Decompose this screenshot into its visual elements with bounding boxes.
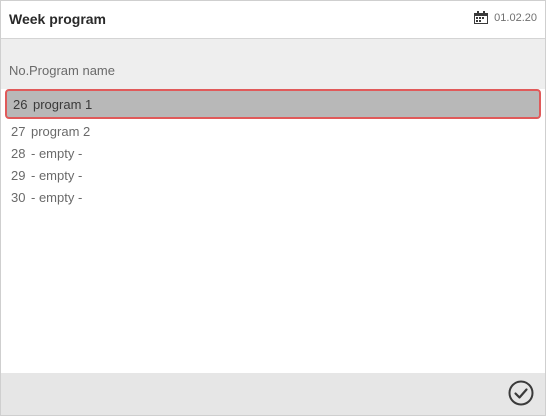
screen-title: Week program bbox=[9, 11, 106, 27]
current-date: 01.02.20 bbox=[494, 12, 537, 24]
program-row-30[interactable]: 30 - empty - bbox=[1, 187, 545, 209]
calendar-icon bbox=[474, 11, 489, 24]
program-number: 30 bbox=[11, 190, 26, 205]
column-header-program-name: Program name bbox=[29, 63, 115, 78]
table-header: No. Program name bbox=[1, 39, 545, 89]
title-bar: Week program 01.02.20 bbox=[1, 1, 545, 39]
status-area: 01.02.20 bbox=[473, 11, 537, 25]
footer-bar bbox=[1, 373, 545, 415]
program-list: 26 program 1 27 program 2 28 - empty - 2… bbox=[1, 89, 545, 209]
program-name: program 2 bbox=[31, 124, 91, 139]
checkmark-circle-icon[interactable] bbox=[507, 379, 535, 407]
week-program-screen: Week program 01.02.20 No. Program name 2… bbox=[0, 0, 546, 416]
program-row-29[interactable]: 29 - empty - bbox=[1, 165, 545, 187]
program-number: 28 bbox=[11, 146, 26, 161]
program-name: - empty - bbox=[31, 146, 83, 161]
program-name: program 1 bbox=[33, 97, 93, 112]
program-name: - empty - bbox=[31, 168, 83, 183]
program-row-28[interactable]: 28 - empty - bbox=[1, 143, 545, 165]
program-number: 27 bbox=[11, 124, 26, 139]
program-name: - empty - bbox=[31, 190, 83, 205]
program-number: 26 bbox=[13, 97, 28, 112]
column-header-no: No. bbox=[9, 63, 30, 78]
program-row-26[interactable]: 26 program 1 bbox=[5, 89, 541, 119]
program-row-27[interactable]: 27 program 2 bbox=[1, 121, 545, 143]
program-number: 29 bbox=[11, 168, 26, 183]
